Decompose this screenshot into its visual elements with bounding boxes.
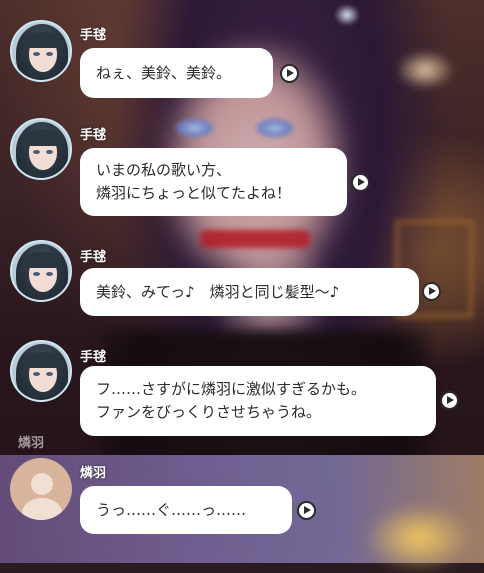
- message-line: フ……さすがに燐羽に激似すぎるかも。: [96, 380, 367, 398]
- message-line: いまの私の歌い方、: [96, 161, 232, 179]
- character-avatar-icon[interactable]: [10, 240, 72, 302]
- play-voice-icon[interactable]: [422, 282, 441, 301]
- message-line: うっ……ぐ……っ……: [96, 500, 247, 519]
- bg-hair-bow: [334, 4, 360, 26]
- bg-lamp: [395, 50, 455, 90]
- play-voice-icon[interactable]: [297, 501, 316, 520]
- character-avatar-icon[interactable]: [10, 118, 72, 180]
- section-label: 燐羽: [18, 436, 45, 451]
- sender-name: 手毬: [80, 350, 107, 365]
- sender-name: 燐羽: [80, 466, 107, 481]
- message-bubble: うっ……ぐ……っ……: [80, 486, 292, 534]
- play-voice-icon[interactable]: [280, 64, 299, 83]
- sender-name: 手毬: [80, 250, 107, 265]
- character-avatar-icon[interactable]: [10, 20, 72, 82]
- user-avatar-icon[interactable]: [10, 458, 72, 520]
- message-bubble: 美鈴、みてっ♪ 燐羽と同じ髪型～♪: [80, 268, 419, 316]
- message-line: ファンをびっくりさせちゃうね。: [96, 403, 322, 421]
- message-bubble: フ……さすがに燐羽に激似すぎるかも。 ファンをびっくりさせちゃうね。: [80, 366, 436, 436]
- play-voice-icon[interactable]: [440, 391, 459, 410]
- bg-eye-left: [175, 118, 215, 138]
- bg-eye-right: [255, 118, 295, 138]
- message-line: 美鈴、みてっ♪ 燐羽と同じ髪型～♪: [96, 282, 340, 301]
- message-bubble: ねぇ、美鈴、美鈴。: [80, 48, 273, 98]
- message-line: ねぇ、美鈴、美鈴。: [96, 63, 232, 82]
- character-avatar-icon[interactable]: [10, 340, 72, 402]
- message-bubble: いまの私の歌い方、 燐羽にちょっと似てたよね！: [80, 148, 347, 216]
- play-voice-icon[interactable]: [351, 173, 370, 192]
- sender-name: 手毬: [80, 28, 107, 43]
- sender-name: 手毬: [80, 128, 107, 143]
- message-line: 燐羽にちょっと似てたよね！: [96, 184, 292, 202]
- bg-choker: [200, 230, 310, 248]
